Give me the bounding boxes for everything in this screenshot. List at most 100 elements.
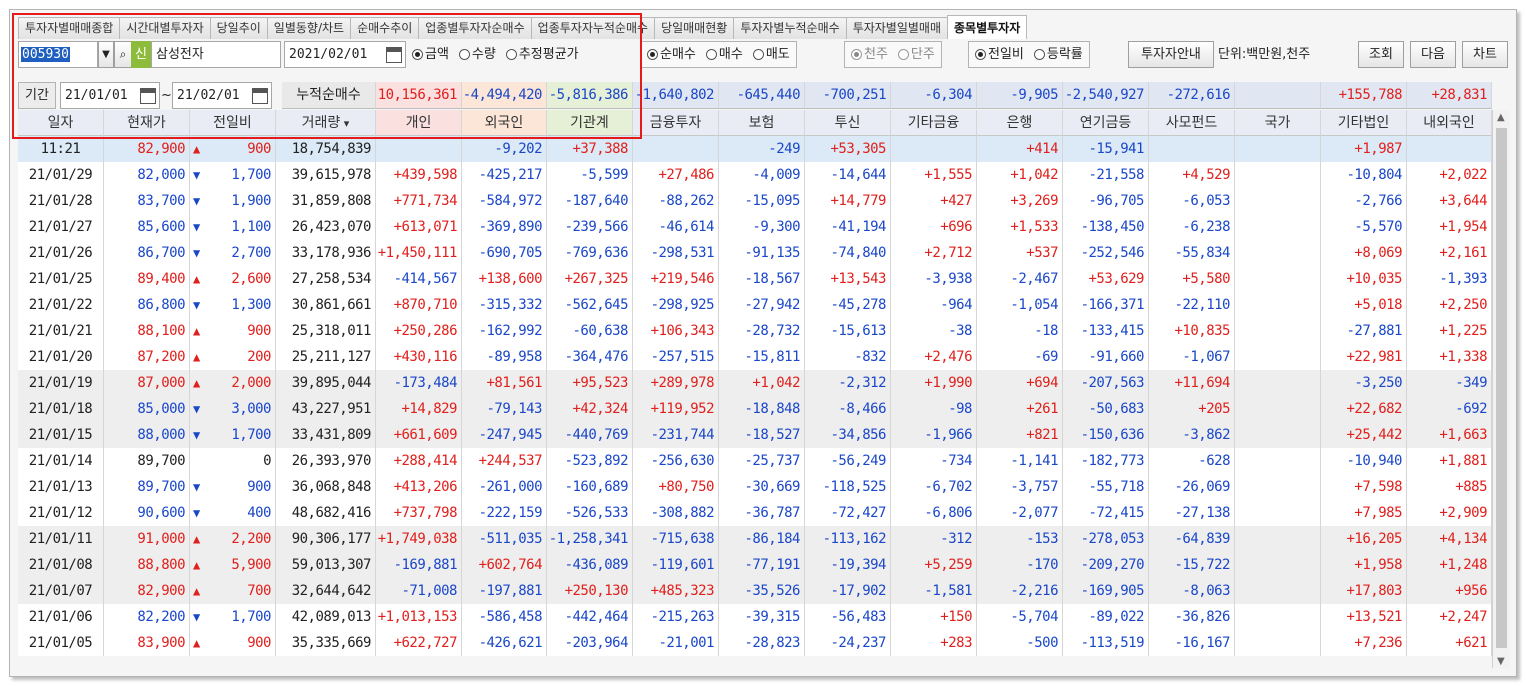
table-row[interactable]: 21/01/15 88,000 ▼ 1,700 33,431,809 +661,609 -2… [18, 422, 1492, 448]
table-row[interactable]: 21/01/07 82,900 ▲ 700 32,644,642 -71,008 -197,… [18, 578, 1492, 604]
table-row[interactable]: 21/01/06 82,200 ▼ 1,700 42,089,013 +1,013,153… [18, 604, 1492, 630]
table-cell: -69 [977, 344, 1063, 370]
table-cell: -734 [891, 448, 977, 474]
table-row[interactable]: 21/01/08 88,800 ▲ 5,900 59,013,307 -169,881 +6… [18, 552, 1492, 578]
tab-9[interactable]: 투자자별일별매매 [845, 17, 949, 39]
scroll-thumb[interactable] [1496, 128, 1507, 648]
column-header-label: 금융투자 [649, 115, 702, 131]
chart-button[interactable]: 차트 [1462, 41, 1508, 68]
table-cell: -38 [891, 318, 977, 344]
search-icon[interactable]: ⌕ [114, 41, 132, 68]
table-cell: +4,529 [1149, 162, 1235, 188]
table-row[interactable]: 21/01/18 85,000 ▼ 3,000 43,227,951 +14,829 -79… [18, 396, 1492, 422]
compare-option-1[interactable]: 등락률 [1033, 41, 1083, 68]
table-cell: -364,476 [547, 344, 633, 370]
tab-10[interactable]: 종목별투자자 [947, 15, 1028, 39]
table-cell: -91,135 [719, 240, 805, 266]
code-dropdown-button[interactable]: ▼ [98, 41, 114, 68]
tab-6[interactable]: 업종투자자누적순매수 [530, 17, 656, 39]
column-header-label: 사모펀드 [1165, 115, 1218, 131]
change-value: 1,700 [231, 167, 271, 183]
table-cell: -692 [1407, 396, 1492, 422]
table-cell: -3,938 [891, 266, 977, 292]
unit_scale-option-0[interactable]: 천주 [851, 41, 888, 68]
trade-option-1[interactable]: 매수 [705, 41, 743, 68]
trade-option-label: 매수 [718, 47, 743, 62]
table-cell: 85,600 [104, 214, 190, 240]
measure-option-1[interactable]: 수량 [458, 41, 496, 68]
table-cell: -15,613 [805, 318, 891, 344]
table-cell: -3,757 [977, 474, 1063, 500]
scroll-down-icon[interactable]: ▼ [1497, 656, 1505, 667]
change-cell: ▲ 2,600 [190, 266, 276, 292]
next-button[interactable]: 다음 [1410, 41, 1456, 68]
investor-guide-button[interactable]: 투자자안내 [1128, 41, 1214, 68]
table-row[interactable]: 21/01/19 87,000 ▲ 2,000 39,895,044 -173,484 +8… [18, 370, 1492, 396]
stock-code-input[interactable]: 005930 [18, 41, 98, 68]
measure-option-2[interactable]: 추정평균가 [505, 41, 579, 68]
column-header-2: 전일비 [190, 110, 276, 136]
table-row[interactable]: 21/01/25 89,400 ▲ 2,600 27,258,534 -414,567 +1… [18, 266, 1492, 292]
change-cell: ▲ 700 [190, 578, 276, 604]
table-row[interactable]: 21/01/28 83,700 ▼ 1,900 31,859,808 +771,734 -5… [18, 188, 1492, 214]
table-row[interactable]: 21/01/14 89,700 0 26,393,970 +288,414 +244,53… [18, 448, 1492, 474]
table-cell: -256,630 [633, 448, 719, 474]
table-cell: 87,000 [104, 370, 190, 396]
radio-icon [752, 49, 764, 60]
table-cell: +250,286 [376, 318, 462, 344]
table-row[interactable]: 21/01/29 82,000 ▼ 1,700 39,615,978 +439,598 -4… [18, 162, 1492, 188]
table-cell: 88,800 [104, 552, 190, 578]
table-cell: -500 [977, 630, 1063, 656]
table-cell: +439,598 [376, 162, 462, 188]
table-cell: 18,754,839 [276, 136, 376, 162]
column-header-3[interactable]: 거래량 ▾ [276, 110, 376, 136]
table-cell: 88,000 [104, 422, 190, 448]
date-input[interactable]: 2021/02/01 [284, 41, 406, 68]
table-row[interactable]: 21/01/12 90,600 ▼ 400 48,682,416 +737,798 -222… [18, 500, 1492, 526]
tab-8[interactable]: 투자자별누적순매수 [733, 17, 847, 39]
scroll-up-icon[interactable]: ▲ [1497, 112, 1505, 123]
table-cell: +2,909 [1407, 500, 1492, 526]
table-row[interactable]: 21/01/21 88,100 ▲ 900 25,318,011 +250,286 -162… [18, 318, 1492, 344]
table-row[interactable]: 21/01/22 86,800 ▼ 1,300 30,861,661 +870,710 -3… [18, 292, 1492, 318]
calendar-icon[interactable] [386, 47, 402, 63]
column-header-15: 기타법인 [1321, 110, 1407, 136]
tab-2[interactable]: 당일추이 [209, 17, 268, 39]
tab-7[interactable]: 당일매매현황 [654, 17, 735, 39]
compare-option-0[interactable]: 전일비 [975, 41, 1024, 68]
volume-dropdown-icon[interactable]: ▾ [340, 117, 350, 130]
table-cell: +2,022 [1407, 162, 1492, 188]
table-cell: +694 [977, 370, 1063, 396]
table-cell: +2,250 [1407, 292, 1492, 318]
table-cell: 25,211,127 [276, 344, 376, 370]
table-cell: -628 [1149, 448, 1235, 474]
table-row[interactable]: 11:21 82,900 ▲ 900 18,754,839 -9,202 +37,388 -2… [18, 136, 1492, 162]
table-row[interactable]: 21/01/11 91,000 ▲ 2,200 90,306,177 +1,749,038… [18, 526, 1492, 552]
column-header-label: 보험 [748, 115, 775, 131]
measure-option-label: 추정평균가 [518, 47, 579, 62]
table-row[interactable]: 21/01/27 85,600 ▼ 1,100 26,423,070 +613,071 -3… [18, 214, 1492, 240]
trade-option-0[interactable]: 순매수 [647, 41, 696, 68]
vertical-scrollbar[interactable]: ▲ ▼ [1492, 110, 1510, 668]
table-cell: 85,000 [104, 396, 190, 422]
table-cell: +11,694 [1149, 370, 1235, 396]
tab-5[interactable]: 업종별투자자순매수 [418, 17, 532, 39]
unit_scale-option-1[interactable]: 단주 [897, 41, 935, 68]
tab-3[interactable]: 일별동향/차트 [266, 17, 352, 39]
table-row[interactable]: 21/01/26 86,700 ▼ 2,700 33,178,936 +1,450,111… [18, 240, 1492, 266]
measure-option-0[interactable]: 금액 [412, 41, 449, 68]
table-row[interactable]: 21/01/13 89,700 ▼ 900 36,068,848 +413,206 -261… [18, 474, 1492, 500]
table-cell: -187,640 [547, 188, 633, 214]
stock-name-field[interactable]: 삼성전자 [151, 41, 281, 68]
table-row[interactable]: 21/01/05 83,900 ▲ 900 35,335,669 +622,727 -426… [18, 630, 1492, 656]
trade-option-2[interactable]: 매도 [752, 41, 790, 68]
table-cell: +621 [1407, 630, 1492, 656]
tab-0[interactable]: 투자자별매매종합 [18, 17, 121, 39]
table-cell: +119,952 [633, 396, 719, 422]
tab-1[interactable]: 시간대별투자자 [119, 17, 211, 39]
tab-4[interactable]: 순매수추이 [350, 17, 420, 39]
query-button[interactable]: 조회 [1358, 41, 1404, 68]
up-arrow-icon: ▲ [193, 324, 200, 338]
table-row[interactable]: 21/01/20 87,200 ▲ 200 25,211,127 +430,116 -89,… [18, 344, 1492, 370]
table-cell: 21/01/14 [18, 448, 104, 474]
